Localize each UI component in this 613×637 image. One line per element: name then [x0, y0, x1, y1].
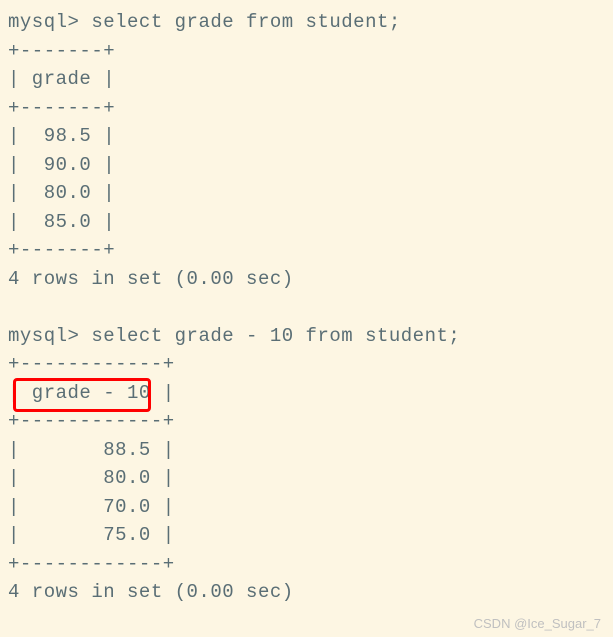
table-row: | 98.5 |	[8, 125, 115, 147]
table-row: | 88.5 |	[8, 439, 175, 461]
table-border: +-------+	[8, 97, 115, 119]
table-border: +------------+	[8, 410, 175, 432]
watermark-text: CSDN @Ice_Sugar_7	[474, 614, 601, 634]
terminal-output: mysql> select grade from student; +-----…	[8, 8, 605, 607]
status-text: 4 rows in set (0.00 sec)	[8, 268, 294, 290]
table-border: +------------+	[8, 553, 175, 575]
table-border: +------------+	[8, 353, 175, 375]
mysql-prompt: mysql>	[8, 11, 79, 33]
table-row: | 80.0 |	[8, 467, 175, 489]
sql-command-2: select grade - 10 from student;	[91, 325, 460, 347]
table-row: | 70.0 |	[8, 496, 175, 518]
table-border: +-------+	[8, 239, 115, 261]
table-row: | 90.0 |	[8, 154, 115, 176]
sql-command-1: select grade from student;	[91, 11, 400, 33]
table-row: | 85.0 |	[8, 211, 115, 233]
table-row: | 75.0 |	[8, 524, 175, 546]
table-row: | 80.0 |	[8, 182, 115, 204]
mysql-prompt: mysql>	[8, 325, 79, 347]
table-border: +-------+	[8, 40, 115, 62]
table-header-grade: | grade |	[8, 68, 115, 90]
table-header-grade-minus-10: | grade - 10 |	[8, 382, 175, 404]
status-text: 4 rows in set (0.00 sec)	[8, 581, 294, 603]
